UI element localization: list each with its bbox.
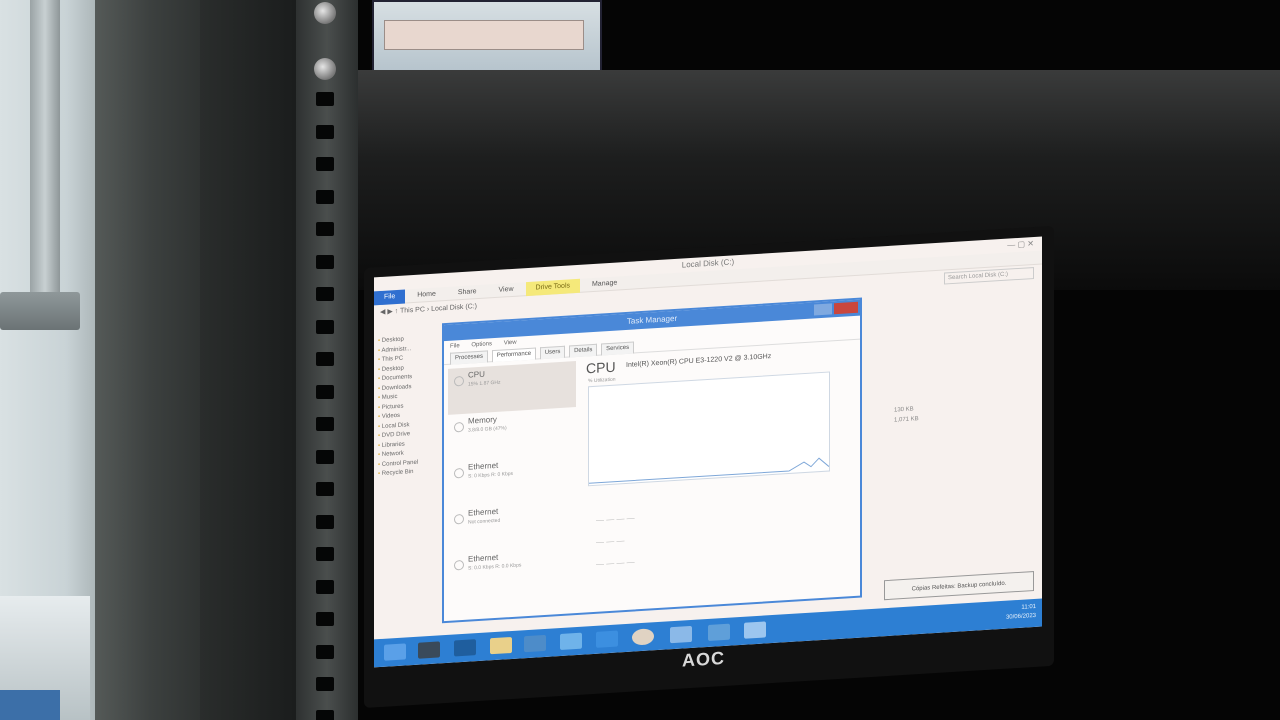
rail-hole [316,254,334,269]
task-manager-title: Task Manager [626,313,678,326]
app-icon[interactable] [708,623,730,641]
clock-date: 30/06/2023 [1005,612,1036,621]
rail-hole [316,124,334,139]
utilization-label: % Utilization [588,376,616,385]
desk-item [0,690,60,720]
rail-hole [316,384,334,399]
tab-services[interactable]: Services [601,341,635,356]
rail-hole [316,709,334,720]
rail-hole [316,417,334,431]
file-explorer-icon[interactable] [490,636,512,655]
wall [0,0,110,720]
start-icon[interactable] [384,643,406,661]
powershell-icon[interactable] [454,639,476,657]
rail-hole [316,482,334,496]
cpu-stats-blurred: — — — — — — — — — — — [596,513,635,569]
rail-hole [316,92,334,106]
rail-hole [316,189,334,204]
minimize-button[interactable] [814,303,832,316]
tab-performance[interactable]: Performance [491,347,537,363]
menu-options[interactable]: Options [471,341,492,348]
close-button[interactable] [834,301,858,315]
ie-icon[interactable] [596,630,618,648]
rail-hole [316,612,334,626]
file-sizes: 130 KB 1,071 KB [894,404,919,426]
network-icon[interactable] [560,632,582,651]
tab-details[interactable]: Details [569,343,598,358]
rail-hole [316,352,334,366]
back-icon[interactable]: ◀ ▶ ↑ [380,308,400,316]
rail-hole [316,644,334,659]
upper-rack-device [372,0,602,78]
performance-panel: CPU Intel(R) Xeon(R) CPU E3-1220 V2 @ 3.… [586,344,858,611]
resource-cpu[interactable]: CPU 15% 1.87 GHz [448,361,576,415]
tab-processes[interactable]: Processes [450,350,489,365]
system-tray[interactable]: 11:01 30/06/2023 [1006,603,1036,623]
resource-ethernet[interactable]: Ethernet S: 0 Kbps R: 0 Kbps [448,453,576,507]
wall-pipe [30,0,60,300]
rail-hole [316,157,334,171]
search-input[interactable]: Search Local Disk (C:) [944,267,1034,285]
address-path[interactable]: This PC › Local Disk (C:) [400,303,477,315]
window-controls[interactable]: — ▢ ✕ [1007,239,1034,250]
chrome-icon[interactable] [632,628,654,646]
server-manager-icon[interactable] [418,641,440,659]
remote-icon[interactable] [670,625,692,644]
app-icon[interactable] [524,634,546,653]
resource-ethernet[interactable]: Ethernet Not connected [448,499,576,553]
rail-hole [316,287,334,301]
task-manager-taskbar-icon[interactable] [744,621,766,639]
monitor-screen: Local Disk (C:) — ▢ ✕ File Home Share Vi… [374,236,1042,668]
rack-door [200,0,300,720]
device-label [384,20,584,50]
rail-hole [316,677,334,691]
resource-ethernet[interactable]: Ethernet S: 0.0 Kbps R: 0.0 Kbps [448,545,576,599]
rail-hole [316,547,334,561]
notification-toast[interactable]: Cópias Refeitas: Backup concluído. [884,571,1034,601]
monitor: Local Disk (C:) — ▢ ✕ File Home Share Vi… [364,225,1054,708]
resource-memory[interactable]: Memory 3.8/8.0 GB (47%) [448,407,576,461]
rail-hole [316,319,334,334]
rail-hole [316,449,334,464]
rail-hole [316,222,334,236]
cpu-utilization-graph [588,371,830,487]
tab-users[interactable]: Users [539,345,566,360]
rack-screw [314,2,336,24]
file-size: 1,071 KB [894,416,919,424]
rail-hole [316,514,334,529]
menu-view[interactable]: View [504,340,517,347]
task-manager-window[interactable]: Task Manager File Options View Processes… [442,297,862,624]
pipe-clamp [0,292,80,330]
menu-file[interactable]: File [450,343,460,350]
navigation-pane: Desktop Administr... This PC Desktop Doc… [378,333,440,637]
rack-screw [314,58,336,80]
resource-list: CPU 15% 1.87 GHz Memory 3.8/8.0 GB (47%)… [448,361,576,619]
cpu-graph-line [589,457,830,484]
monitor-brand-logo: AOC [682,647,725,671]
rail-hole [316,579,334,594]
